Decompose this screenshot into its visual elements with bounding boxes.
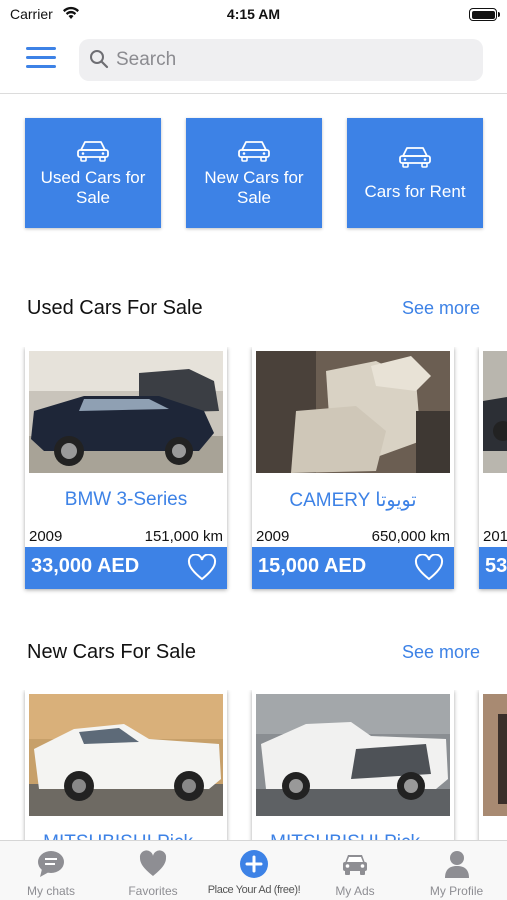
price-bar: 33,000 AED <box>25 547 227 589</box>
car-photo <box>483 351 507 473</box>
new-cars-button[interactable]: New Cars for Sale <box>186 118 322 228</box>
heart-icon <box>139 850 167 876</box>
search-icon <box>90 50 109 69</box>
car-card[interactable]: BMW 3-Series 2009 151,000 km 33,000 AED <box>25 347 227 589</box>
car-title: MITSUBISHI Pick... <box>252 832 454 840</box>
tab-label: My chats <box>26 884 75 898</box>
car-photo <box>256 351 450 473</box>
cars-for-rent-label: Cars for Rent <box>364 182 466 201</box>
status-bar: Carrier 4:15 AM <box>0 0 507 30</box>
car-icon <box>77 141 109 162</box>
plus-circle-icon <box>240 850 268 878</box>
car-price: 53 <box>485 555 507 577</box>
used-cars-see-more-link[interactable]: See more <box>402 298 480 319</box>
battery-icon <box>469 8 500 21</box>
cars-for-rent-button[interactable]: Cars for Rent <box>347 118 483 228</box>
search-bar[interactable] <box>79 39 483 81</box>
tab-my-chats[interactable]: My chats <box>0 841 102 900</box>
car-photo <box>256 694 450 816</box>
used-cars-button[interactable]: Used Cars for Sale <box>25 118 161 228</box>
tab-my-ads[interactable]: My Ads <box>304 841 406 900</box>
tab-favorites[interactable]: Favorites <box>102 841 204 900</box>
car-title: MITSUBISHI Pick... <box>25 832 227 840</box>
car-photo <box>483 694 507 816</box>
tab-label: Place Your Ad (free)! <box>207 884 301 896</box>
car-card[interactable]: 201 53 <box>479 347 507 589</box>
car-card[interactable] <box>479 690 507 840</box>
tab-place-your-ad[interactable]: Place Your Ad (free)! <box>204 841 304 900</box>
new-cars-section-title: New Cars For Sale <box>27 641 196 663</box>
car-price: 15,000 AED <box>258 555 367 577</box>
car-icon <box>399 147 431 168</box>
tab-my-profile[interactable]: My Profile <box>406 841 507 900</box>
car-icon <box>343 855 367 875</box>
tab-label: Favorites <box>128 884 178 898</box>
person-icon <box>444 851 469 878</box>
car-title: CAMERY تويوتا <box>289 490 417 511</box>
price-bar: 53 <box>479 547 507 589</box>
car-photo <box>29 351 223 473</box>
car-year: 2009 <box>256 528 290 545</box>
tab-label: My Profile <box>429 884 484 898</box>
bottom-tab-bar: My chats Favorites Place Your Ad (free)!… <box>0 840 507 900</box>
car-card[interactable]: CAMERY تويوتا 2009 650,000 km 15,000 AED <box>252 347 454 589</box>
favorite-heart-icon[interactable] <box>414 554 444 582</box>
chat-icon <box>38 851 64 877</box>
status-time: 4:15 AM <box>226 6 281 22</box>
car-card[interactable]: MITSUBISHI Pick... <box>25 690 227 840</box>
favorite-heart-icon[interactable] <box>187 554 217 582</box>
price-bar: 15,000 AED <box>252 547 454 589</box>
new-cars-carousel[interactable]: MITSUBISHI Pick... MITSUBISHI Pick... <box>0 690 507 840</box>
car-photo <box>29 694 223 816</box>
new-cars-label: New Cars for Sale <box>204 168 304 207</box>
tab-label: My Ads <box>335 884 375 898</box>
category-buttons: Used Cars for Sale New Cars for Sale Car… <box>25 118 483 228</box>
used-cars-carousel[interactable]: BMW 3-Series 2009 151,000 km 33,000 AED … <box>0 347 507 597</box>
car-title: BMW 3-Series <box>64 489 188 510</box>
used-cars-label: Used Cars for Sale <box>40 168 146 207</box>
new-cars-see-more-link[interactable]: See more <box>402 642 480 663</box>
car-price: 33,000 AED <box>31 555 140 577</box>
header <box>0 30 507 94</box>
car-mileage: 151,000 km <box>144 528 223 545</box>
car-mileage: 650,000 km <box>371 528 450 545</box>
search-input[interactable] <box>116 39 476 81</box>
menu-button[interactable] <box>26 47 56 71</box>
car-card[interactable]: MITSUBISHI Pick... <box>252 690 454 840</box>
used-cars-section-title: Used Cars For Sale <box>27 297 203 319</box>
car-year: 2009 <box>29 528 63 545</box>
car-year: 201 <box>483 528 507 545</box>
car-icon <box>238 141 270 162</box>
